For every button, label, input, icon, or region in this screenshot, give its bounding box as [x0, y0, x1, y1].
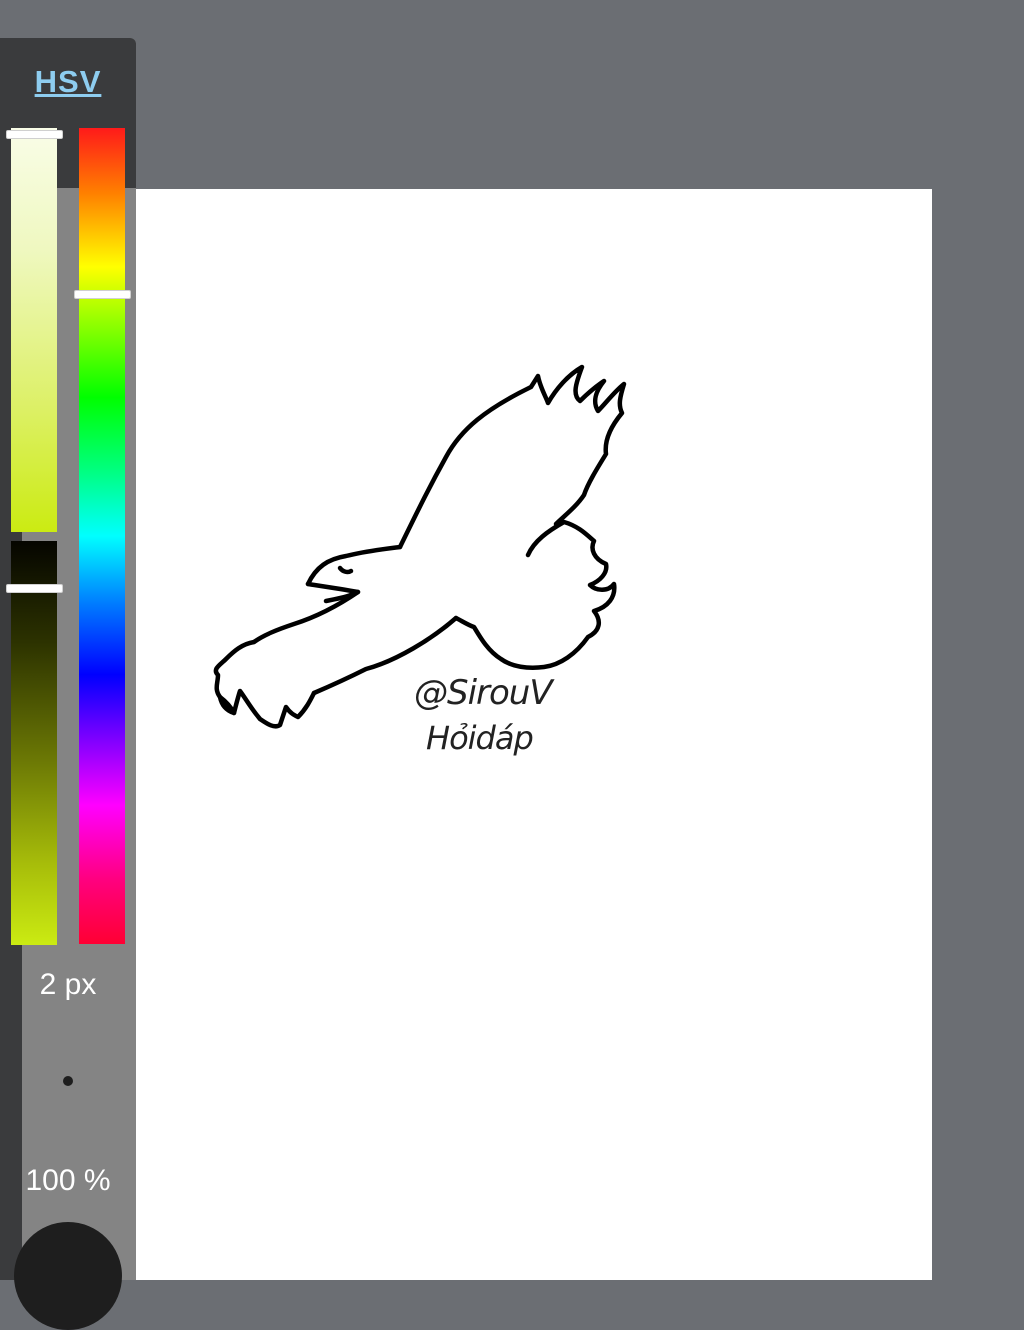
hue-slider[interactable]: [79, 128, 125, 944]
saturation-slider[interactable]: [11, 128, 57, 532]
value-slider[interactable]: [11, 541, 57, 945]
drawing-canvas[interactable]: @SirouV Hỏidáp: [136, 189, 932, 1280]
hue-slider-handle[interactable]: [74, 290, 131, 299]
eagle-sketch: [213, 364, 627, 729]
signature-handle: Hỏidáp: [426, 719, 534, 757]
brush-size-label[interactable]: 2 px: [0, 968, 136, 1002]
brush-preview-dot: [63, 1076, 73, 1086]
color-mode-link[interactable]: HSV: [0, 64, 136, 100]
value-slider-handle[interactable]: [6, 584, 63, 593]
current-color-swatch[interactable]: [14, 1222, 122, 1330]
saturation-slider-handle[interactable]: [6, 130, 63, 139]
signature-name: @SirouV: [414, 673, 553, 713]
opacity-label[interactable]: 100 %: [0, 1164, 136, 1198]
